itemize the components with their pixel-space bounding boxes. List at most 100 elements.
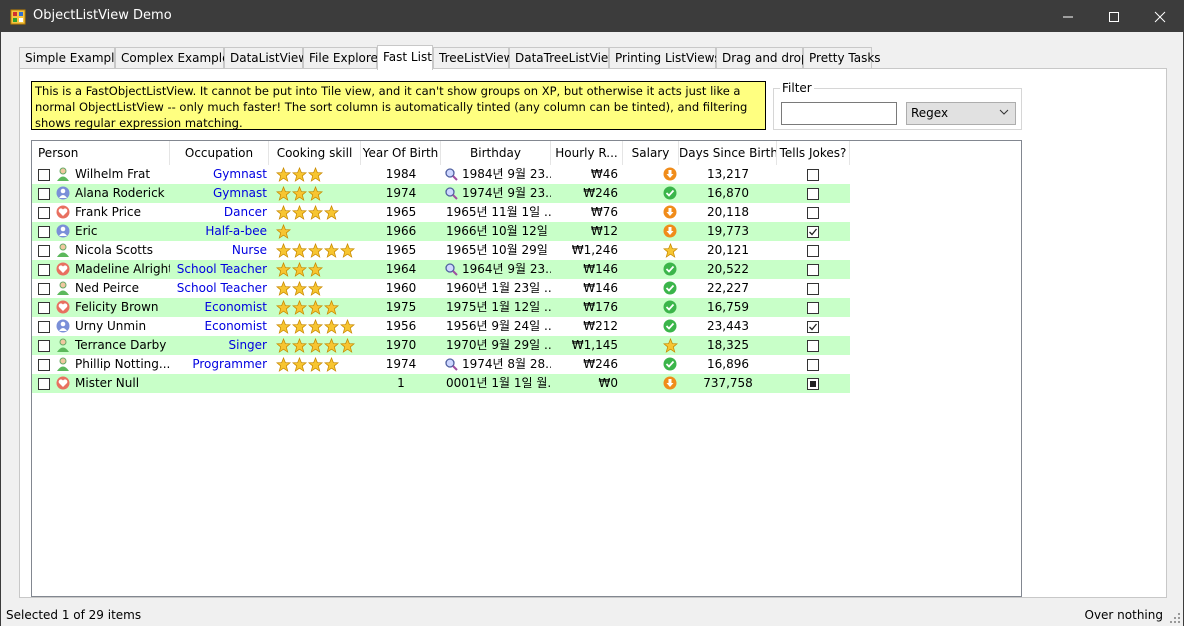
tells-jokes-checkbox[interactable] <box>807 359 819 371</box>
table-row[interactable]: Alana Roderick Gymnast 1974 1974년 9월 23... ₩… <box>32 184 850 203</box>
person-cell: Urny Unmin <box>32 317 170 336</box>
maximize-button[interactable] <box>1091 1 1137 32</box>
table-row[interactable]: Wilhelm Frat Gymnast 1984 1984년 9월 23... ₩46… <box>32 165 850 184</box>
tells-jokes-checkbox[interactable] <box>807 302 819 314</box>
birthday-cell: 1984년 9월 23... <box>441 165 551 184</box>
heart-avatar-icon <box>56 376 70 390</box>
title-bar[interactable]: ObjectListView Demo <box>1 1 1183 32</box>
row-checkbox[interactable] <box>38 302 50 314</box>
column-header-tells-jokes[interactable]: Tells Jokes? <box>777 141 850 165</box>
hourly-rate-cell: ₩0 <box>598 376 619 390</box>
tells-jokes-checkbox[interactable] <box>807 188 819 200</box>
tells-jokes-checkbox[interactable] <box>807 340 819 352</box>
year-of-birth-cell: 1 <box>397 376 405 390</box>
tells-jokes-checkbox[interactable] <box>807 321 819 333</box>
row-checkbox[interactable] <box>38 226 50 238</box>
search-icon <box>444 262 458 276</box>
cooking-skill-cell <box>276 336 366 355</box>
table-row[interactable]: Urny Unmin Economist 1956 1956년 9월 24일 ... ₩… <box>32 317 850 336</box>
tab-treelistview[interactable]: TreeListView <box>433 47 513 69</box>
table-row[interactable]: Frank Price Dancer 1965 1965년 11월 1일 ... ₩76… <box>32 203 850 222</box>
tells-jokes-checkbox[interactable] <box>807 378 819 390</box>
close-button[interactable] <box>1137 1 1183 32</box>
filter-input[interactable] <box>781 102 897 125</box>
row-checkbox[interactable] <box>38 245 50 257</box>
filter-group: Filter Regex <box>773 81 1022 130</box>
row-checkbox[interactable] <box>38 169 50 181</box>
tab-drag-and-drop[interactable]: Drag and drop <box>716 47 809 69</box>
row-checkbox[interactable] <box>38 207 50 219</box>
hourly-rate-cell: ₩246 <box>583 357 618 371</box>
down-arrow-icon <box>663 224 677 238</box>
star-icon <box>662 337 679 353</box>
salary-cell <box>623 298 679 317</box>
star-icon <box>291 204 308 220</box>
resize-grip-icon[interactable] <box>1170 613 1180 623</box>
tab-printing-listviews[interactable]: Printing ListViews <box>609 47 721 69</box>
tells-jokes-cell <box>777 298 850 317</box>
tab-fast-list[interactable]: Fast List <box>377 45 433 70</box>
person-name: Urny Unmin <box>75 319 147 333</box>
column-header-person[interactable]: Person <box>32 141 170 165</box>
column-header-year-of-birth[interactable]: Year Of Birth <box>361 141 441 165</box>
days-since-birth-cell: 20,118 <box>707 205 749 219</box>
search-icon <box>444 357 458 371</box>
filter-mode-select[interactable]: Regex <box>906 102 1016 125</box>
column-header-occupation[interactable]: Occupation <box>170 141 269 165</box>
tab-pretty-tasks[interactable]: Pretty Tasks <box>803 47 881 69</box>
row-checkbox[interactable] <box>38 321 50 333</box>
tells-jokes-checkbox[interactable] <box>807 283 819 295</box>
table-row[interactable]: Mister Null 1 0001년 1월 1일 월... ₩0 737,758 <box>32 374 850 393</box>
person-avatar-icon <box>56 357 70 371</box>
table-row[interactable]: Phillip Notting... Programmer 1974 1974년 8월… <box>32 355 850 374</box>
occupation-cell: Dancer <box>223 205 267 219</box>
tab-simple-example[interactable]: Simple Example <box>19 47 122 69</box>
tab-datalistview[interactable]: DataListView <box>224 47 308 69</box>
row-checkbox[interactable] <box>38 188 50 200</box>
column-header-birthday[interactable]: Birthday <box>441 141 551 165</box>
person-cell: Ned Peirce <box>32 279 170 298</box>
birthday-text: 1970년 9월 29일 ... <box>446 338 551 352</box>
cooking-skill-cell <box>276 165 366 184</box>
row-checkbox[interactable] <box>38 264 50 276</box>
year-of-birth-cell: 1966 <box>385 224 417 238</box>
tells-jokes-checkbox[interactable] <box>807 207 819 219</box>
row-checkbox[interactable] <box>38 340 50 352</box>
column-header-salary[interactable]: Salary <box>623 141 679 165</box>
heart-avatar-icon <box>56 262 70 276</box>
table-row[interactable]: Ned Peirce School Teacher 1960 1960년 1월 23일… <box>32 279 850 298</box>
birthday-text: 1965년 10월 29일 ... <box>446 243 551 257</box>
column-header-cooking-skill[interactable]: Cooking skill <box>269 141 361 165</box>
hourly-rate-cell: ₩12 <box>590 224 618 238</box>
row-checkbox[interactable] <box>38 283 50 295</box>
row-checkbox[interactable] <box>38 359 50 371</box>
table-row[interactable]: Terrance Darby Singer 1970 1970년 9월 29일 ...… <box>32 336 850 355</box>
table-row[interactable]: Felicity Brown Economist 1975 1975년 1월 12일 … <box>32 298 850 317</box>
tab-complex-example[interactable]: Complex Example <box>115 47 230 69</box>
tab-file-explorer[interactable]: File Explorer <box>303 47 383 69</box>
check-icon <box>663 357 677 371</box>
fast-object-list-view[interactable]: Person Occupation Cooking skill Year Of Bir… <box>31 140 1022 597</box>
tells-jokes-checkbox[interactable] <box>807 169 819 181</box>
tab-datatreelistview[interactable]: DataTreeListView <box>509 47 618 69</box>
table-row[interactable]: Nicola Scotts Nurse 1965 1965년 10월 29일 ... ₩… <box>32 241 850 260</box>
salary-cell <box>623 336 679 355</box>
table-row[interactable]: Madeline Alright School Teacher 1964 1964년 … <box>32 260 850 279</box>
minimize-button[interactable] <box>1045 1 1091 32</box>
column-header-days-since-birth[interactable]: Days Since Birth <box>679 141 777 165</box>
star-icon <box>339 242 356 258</box>
year-of-birth-cell: 1964 <box>385 262 417 276</box>
tells-jokes-checkbox[interactable] <box>807 226 819 238</box>
star-icon <box>307 261 324 277</box>
column-header-hourly-r[interactable]: Hourly R... <box>551 141 623 165</box>
occupation-cell: Gymnast <box>212 186 267 200</box>
days-since-birth-cell: 16,870 <box>707 186 749 200</box>
tells-jokes-checkbox[interactable] <box>807 245 819 257</box>
year-of-birth-cell: 1984 <box>385 167 417 181</box>
cooking-skill-cell <box>276 184 366 203</box>
table-row[interactable]: Eric Half-a-bee 1966 1966년 10월 12일 ... ₩12 19… <box>32 222 850 241</box>
row-checkbox[interactable] <box>38 378 50 390</box>
status-hover: Over nothing <box>1084 608 1164 622</box>
tells-jokes-cell <box>777 374 850 393</box>
tells-jokes-checkbox[interactable] <box>807 264 819 276</box>
